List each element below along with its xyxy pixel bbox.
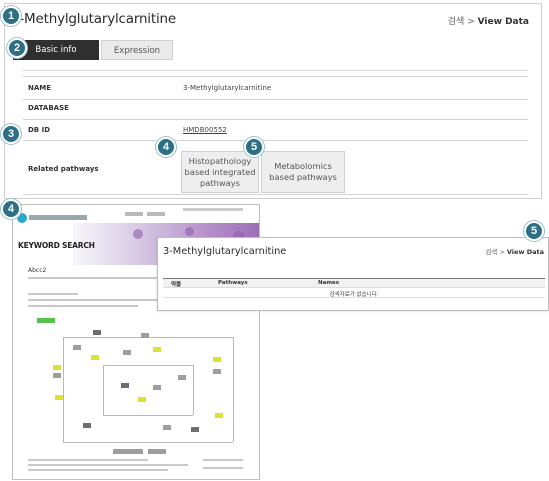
mini-text-line <box>28 299 158 301</box>
column-header-drug: 약물 <box>171 282 182 288</box>
column-header-pathways: Pathways <box>218 280 248 286</box>
metabolomics-pathways-label: Metabolomics based pathways <box>269 161 337 182</box>
screenshot-breadcrumb-search: 검색 <box>485 248 498 256</box>
screenshot-title: 3-Methylglutarylcarnitine <box>163 246 287 257</box>
step-badge-5-screenshot: 5 <box>524 221 544 241</box>
divider <box>23 194 528 195</box>
divider <box>23 119 528 120</box>
mini-footer-line <box>203 459 243 461</box>
pathway-node <box>91 355 99 360</box>
divider <box>23 99 528 100</box>
pathway-node <box>93 330 101 335</box>
pathway-node <box>213 357 221 362</box>
divider <box>23 140 528 141</box>
pathway-node <box>163 425 171 430</box>
step-badge-1: 1 <box>1 6 21 26</box>
metabolomics-pathways-screenshot: 3-Methylglutarylcarnitine 검색 > View Data… <box>157 237 549 311</box>
row-label-name: NAME <box>28 84 52 92</box>
divider <box>23 70 528 71</box>
row-label-related-pathways: Related pathways <box>28 165 99 173</box>
pathway-node <box>148 449 166 454</box>
histopathology-pathways-label: Histopathology based integrated pathways <box>184 155 256 188</box>
screenshot-breadcrumb: 검색 > View Data <box>485 246 544 256</box>
screenshot-breadcrumb-current: View Data <box>506 248 544 256</box>
mini-status-tag <box>37 318 55 323</box>
histopathology-pathways-button[interactable]: Histopathology based integrated pathways <box>181 151 259 193</box>
pathway-node <box>53 373 61 378</box>
db-id-link[interactable]: HMDB00552 <box>183 126 227 134</box>
keyword-search-heading: KEYWORD SEARCH <box>18 241 95 250</box>
pathway-node <box>73 345 81 350</box>
pathway-node <box>141 333 149 338</box>
tab-expression[interactable]: Expression <box>101 40 173 60</box>
mini-text-line <box>28 293 78 295</box>
step-badge-3: 3 <box>1 124 21 144</box>
row-label-database: DATABASE <box>28 104 69 112</box>
column-header-names: Names <box>318 280 340 286</box>
pathway-node <box>138 397 146 402</box>
step-badge-5: 5 <box>244 137 264 157</box>
pathways-table-header: 약물 Pathways Names <box>163 278 545 288</box>
result-name: Abcc2 <box>28 267 47 274</box>
pathway-node <box>215 413 223 418</box>
pathway-node <box>178 375 186 380</box>
site-logo-text <box>29 215 87 220</box>
mini-toolbar <box>183 208 243 211</box>
mini-text-line <box>28 305 138 307</box>
step-badge-4-screenshot: 4 <box>1 199 21 219</box>
mini-footer-line <box>28 469 168 471</box>
pathway-node <box>53 365 61 370</box>
pathway-node <box>121 383 129 388</box>
breadcrumb-current: View Data <box>477 17 529 27</box>
mini-nav-item <box>125 212 143 216</box>
step-badge-4: 4 <box>156 137 176 157</box>
pathway-node <box>83 423 91 428</box>
pathway-node <box>191 427 199 432</box>
row-value-name: 3-Methylglutarylcarnitine <box>183 84 272 92</box>
pathway-node <box>123 350 131 355</box>
page-title: 3-Methylglutarylcarnitine <box>11 11 176 27</box>
mini-footer-line <box>28 459 148 461</box>
breadcrumb-separator: > <box>467 17 475 27</box>
mini-nav-item <box>147 212 165 216</box>
pathway-node <box>55 395 63 400</box>
mini-text-line <box>28 277 168 279</box>
breadcrumb: 검색 > View Data <box>448 14 529 27</box>
pathway-diagram <box>43 325 253 455</box>
row-label-db-id: DB ID <box>28 126 50 134</box>
view-data-panel: 3-Methylglutarylcarnitine 검색 > View Data… <box>4 3 542 199</box>
step-badge-2: 2 <box>7 38 27 58</box>
pathway-node <box>153 385 161 390</box>
screenshot-breadcrumb-separator: > <box>499 248 505 256</box>
pathway-node <box>153 347 161 352</box>
pathway-node <box>113 449 143 454</box>
pathway-node <box>213 369 221 374</box>
mini-footer-line <box>28 464 188 466</box>
metabolomics-pathways-button[interactable]: Metabolomics based pathways <box>261 151 345 193</box>
breadcrumb-search-link[interactable]: 검색 <box>448 17 465 27</box>
table-bottom-border <box>163 297 545 298</box>
divider <box>23 76 528 77</box>
mini-footer-line <box>203 467 243 469</box>
